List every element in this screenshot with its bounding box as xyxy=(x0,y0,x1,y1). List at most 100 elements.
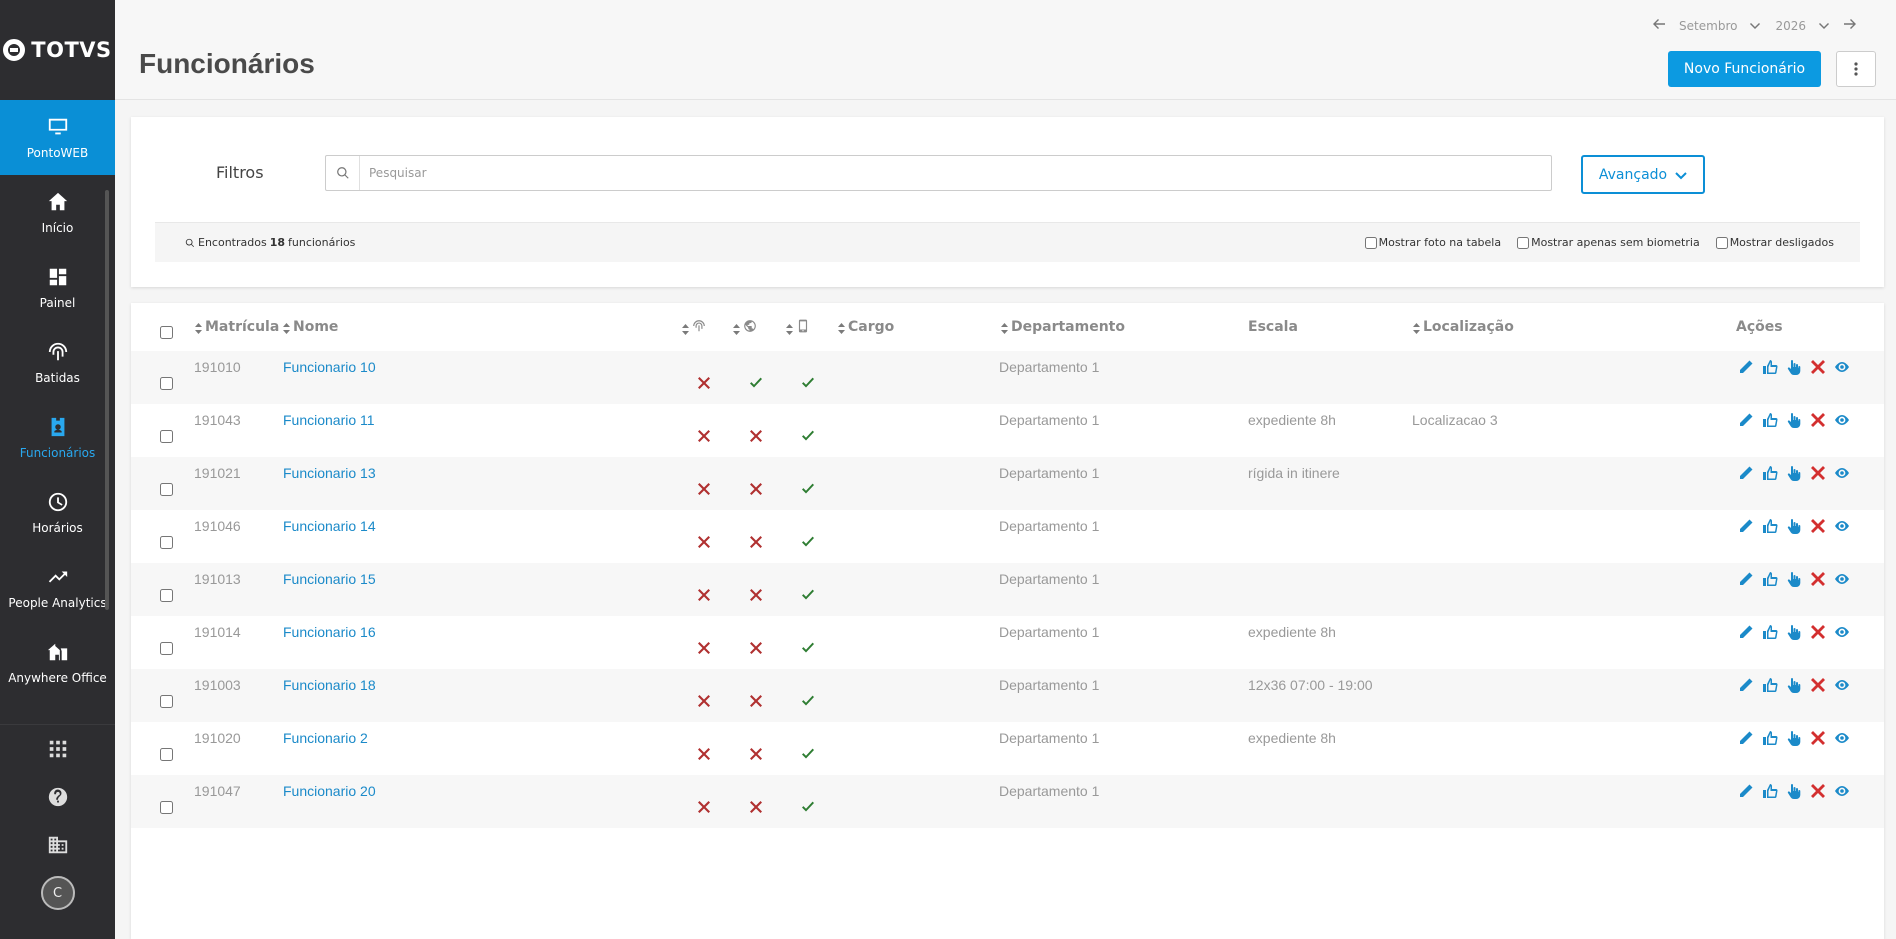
delete-icon[interactable] xyxy=(1810,465,1826,481)
row-checkbox[interactable] xyxy=(160,695,173,708)
edit-icon[interactable] xyxy=(1738,624,1754,640)
delete-icon[interactable] xyxy=(1810,359,1826,375)
column-header-localizacao[interactable]: Localização xyxy=(1413,319,1514,335)
sidebar-item-painel[interactable]: Painel xyxy=(0,250,115,325)
company-icon[interactable] xyxy=(0,821,115,869)
row-checkbox[interactable] xyxy=(160,536,173,549)
row-checkbox[interactable] xyxy=(160,589,173,602)
row-checkbox[interactable] xyxy=(160,748,173,761)
view-icon[interactable] xyxy=(1834,730,1850,746)
totvs-logo[interactable]: TOTVS xyxy=(0,0,115,100)
edit-icon[interactable] xyxy=(1738,730,1754,746)
view-icon[interactable] xyxy=(1834,518,1850,534)
view-icon[interactable] xyxy=(1834,359,1850,375)
delete-icon[interactable] xyxy=(1810,518,1826,534)
delete-icon[interactable] xyxy=(1810,624,1826,640)
employee-name-link[interactable]: Funcionario 13 xyxy=(283,465,376,481)
approve-icon[interactable] xyxy=(1762,359,1778,375)
punch-icon[interactable] xyxy=(1786,412,1802,428)
column-header-nome[interactable]: Nome xyxy=(283,319,338,335)
month-select[interactable]: Setembro xyxy=(1679,19,1761,33)
filter-results-bar: Encontrados 18 funcionários Mostrar foto… xyxy=(155,222,1860,262)
column-header-mobile[interactable] xyxy=(786,319,810,337)
approve-icon[interactable] xyxy=(1762,624,1778,640)
view-icon[interactable] xyxy=(1834,571,1850,587)
punch-icon[interactable] xyxy=(1786,783,1802,799)
no-biometry-checkbox[interactable] xyxy=(1517,236,1530,249)
employee-name-link[interactable]: Funcionario 18 xyxy=(283,677,376,693)
approve-icon[interactable] xyxy=(1762,465,1778,481)
employee-name-link[interactable]: Funcionario 15 xyxy=(283,571,376,587)
row-checkbox[interactable] xyxy=(160,642,173,655)
row-checkbox[interactable] xyxy=(160,483,173,496)
sidebar-item-people-analytics[interactable]: People Analytics xyxy=(0,550,115,625)
sidebar-scrollbar[interactable] xyxy=(105,190,109,610)
sidebar-item-funcionarios[interactable]: Funcionários xyxy=(0,400,115,475)
employee-name-link[interactable]: Funcionario 14 xyxy=(283,518,376,534)
punch-icon[interactable] xyxy=(1786,518,1802,534)
employee-name-link[interactable]: Funcionario 20 xyxy=(283,783,376,799)
row-checkbox[interactable] xyxy=(160,801,173,814)
help-icon[interactable] xyxy=(0,773,115,821)
view-icon[interactable] xyxy=(1834,677,1850,693)
employee-name-link[interactable]: Funcionario 16 xyxy=(283,624,376,640)
employee-name-link[interactable]: Funcionario 11 xyxy=(283,412,375,428)
column-header-departamento[interactable]: Departamento xyxy=(1001,319,1125,335)
approve-icon[interactable] xyxy=(1762,518,1778,534)
edit-icon[interactable] xyxy=(1738,783,1754,799)
delete-icon[interactable] xyxy=(1810,783,1826,799)
punch-icon[interactable] xyxy=(1786,465,1802,481)
prev-month-icon[interactable] xyxy=(1653,18,1666,33)
punch-icon[interactable] xyxy=(1786,677,1802,693)
view-icon[interactable] xyxy=(1834,412,1850,428)
approve-icon[interactable] xyxy=(1762,571,1778,587)
sidebar-item-inicio[interactable]: Início xyxy=(0,175,115,250)
avatar[interactable]: C xyxy=(40,876,75,910)
delete-icon[interactable] xyxy=(1810,412,1826,428)
search-input[interactable] xyxy=(360,156,1551,190)
select-all-checkbox[interactable] xyxy=(160,326,173,339)
new-employee-button[interactable]: Novo Funcionário xyxy=(1668,51,1821,87)
approve-icon[interactable] xyxy=(1762,412,1778,428)
more-options-button[interactable] xyxy=(1836,51,1876,87)
punch-icon[interactable] xyxy=(1786,730,1802,746)
search-box xyxy=(325,155,1552,191)
row-actions xyxy=(1738,518,1850,534)
delete-icon[interactable] xyxy=(1810,730,1826,746)
view-icon[interactable] xyxy=(1834,465,1850,481)
show-dismissed-checkbox[interactable] xyxy=(1715,236,1728,249)
view-icon[interactable] xyxy=(1834,783,1850,799)
edit-icon[interactable] xyxy=(1738,571,1754,587)
employee-name-link[interactable]: Funcionario 10 xyxy=(283,359,376,375)
column-header-biometria[interactable] xyxy=(682,319,706,337)
row-checkbox[interactable] xyxy=(160,430,173,443)
column-header-cargo[interactable]: Cargo xyxy=(838,319,894,335)
column-header-web[interactable] xyxy=(733,319,757,337)
apps-grid-icon[interactable] xyxy=(0,725,115,773)
approve-icon[interactable] xyxy=(1762,783,1778,799)
row-checkbox[interactable] xyxy=(160,377,173,390)
next-month-icon[interactable] xyxy=(1844,18,1856,33)
edit-icon[interactable] xyxy=(1738,677,1754,693)
approve-icon[interactable] xyxy=(1762,730,1778,746)
edit-icon[interactable] xyxy=(1738,359,1754,375)
edit-icon[interactable] xyxy=(1738,518,1754,534)
year-select[interactable]: 2026 xyxy=(1775,19,1830,33)
punch-icon[interactable] xyxy=(1786,359,1802,375)
delete-icon[interactable] xyxy=(1810,677,1826,693)
column-header-matricula[interactable]: Matrícula xyxy=(195,319,279,335)
sidebar-item-horarios[interactable]: Horários xyxy=(0,475,115,550)
edit-icon[interactable] xyxy=(1738,412,1754,428)
edit-icon[interactable] xyxy=(1738,465,1754,481)
punch-icon[interactable] xyxy=(1786,571,1802,587)
sidebar-item-batidas[interactable]: Batidas xyxy=(0,325,115,400)
show-photo-checkbox[interactable] xyxy=(1364,236,1377,249)
approve-icon[interactable] xyxy=(1762,677,1778,693)
sidebar-product-pontoweb[interactable]: PontoWEB xyxy=(0,100,115,175)
delete-icon[interactable] xyxy=(1810,571,1826,587)
advanced-filter-button[interactable]: Avançado xyxy=(1581,155,1705,194)
view-icon[interactable] xyxy=(1834,624,1850,640)
sidebar-item-anywhere-office[interactable]: Anywhere Office xyxy=(0,625,115,700)
employee-name-link[interactable]: Funcionario 2 xyxy=(283,730,368,746)
punch-icon[interactable] xyxy=(1786,624,1802,640)
